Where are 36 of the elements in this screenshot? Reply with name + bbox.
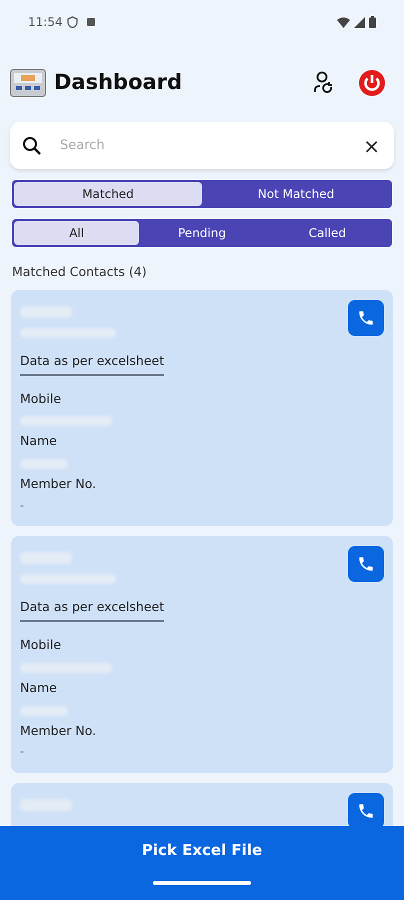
- app-logo-icon: [10, 69, 46, 97]
- user-sync-icon[interactable]: [312, 71, 334, 95]
- list-heading: Matched Contacts (4): [12, 263, 148, 281]
- notification-icon: [86, 17, 96, 27]
- segment-tab[interactable]: Not Matched: [202, 182, 390, 206]
- section-heading: Data as per excelsheet: [20, 598, 164, 622]
- call-button[interactable]: [348, 792, 384, 826]
- call-button[interactable]: [348, 546, 384, 582]
- segment-tab[interactable]: All: [14, 221, 140, 245]
- call-button[interactable]: [348, 300, 384, 336]
- segment-tab[interactable]: Called: [264, 221, 390, 245]
- segment-tab[interactable]: Pending: [139, 221, 265, 245]
- shield-icon: [66, 16, 78, 28]
- battery-icon: [369, 16, 376, 28]
- clear-button[interactable]: ×: [361, 136, 382, 156]
- search-icon: [22, 136, 42, 156]
- field-label: Member No.: [20, 475, 98, 493]
- section-heading: Data as per excelsheet: [20, 352, 164, 376]
- field-label: Name: [20, 678, 58, 697]
- field-label: Mobile: [20, 390, 62, 408]
- signal-icon: [354, 16, 365, 28]
- pick-file-button[interactable]: Pick Excel File: [136, 838, 268, 862]
- search-field[interactable]: Search ×: [10, 122, 394, 169]
- page-title: Dashboard: [54, 69, 184, 96]
- phone-icon: [357, 802, 375, 820]
- phone-icon: [357, 555, 375, 574]
- power-icon[interactable]: [358, 69, 386, 97]
- field-value: -: [20, 744, 25, 760]
- field-label: Mobile: [20, 636, 62, 654]
- wifi-icon: [337, 16, 350, 28]
- field-label: Member No.: [20, 722, 98, 740]
- segment-tab[interactable]: Matched: [14, 182, 202, 206]
- field-value: -: [20, 498, 25, 514]
- phone-icon: [357, 308, 375, 327]
- field-label: Name: [20, 432, 58, 450]
- status-time: 11:54: [28, 14, 63, 31]
